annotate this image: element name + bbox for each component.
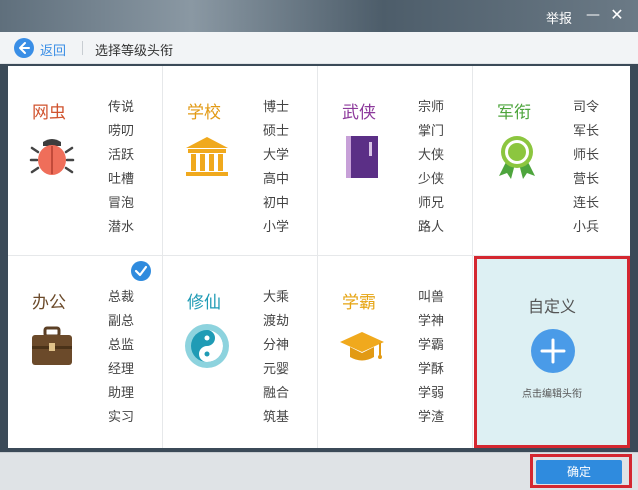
title-option: 融合 xyxy=(263,386,290,401)
report-link[interactable]: 举报 xyxy=(546,8,572,27)
title-option: 潜水 xyxy=(108,220,135,235)
header-bar: 返回 选择等级头衔 xyxy=(0,32,638,64)
title-option: 硕士 xyxy=(263,124,290,139)
title-option: 实习 xyxy=(108,410,135,425)
title-option: 总裁 xyxy=(108,290,135,305)
header-divider xyxy=(82,41,83,55)
close-button[interactable]: ✕ xyxy=(608,6,626,24)
title-option: 初中 xyxy=(263,196,290,211)
title-option: 渡劫 xyxy=(263,314,290,329)
title-option: 叫兽 xyxy=(418,290,445,305)
title-option: 师长 xyxy=(573,148,600,163)
title-list: 博士 硕士 大学 高中 初中 小学 xyxy=(263,99,289,243)
title-option: 大乘 xyxy=(263,290,290,305)
back-arrow-icon[interactable] xyxy=(14,38,34,58)
title-option: 学渣 xyxy=(418,410,445,425)
back-link[interactable]: 返回 xyxy=(40,40,66,59)
title-list: 传说 唠叨 活跃 吐槽 冒泡 潜水 xyxy=(108,99,134,243)
custom-title-hint: 点击编辑头衔 xyxy=(522,389,582,400)
title-option: 副总 xyxy=(108,314,135,329)
graduation-cap-icon xyxy=(338,322,386,370)
title-option: 传说 xyxy=(108,100,135,115)
title-option: 助理 xyxy=(108,386,135,401)
title-list: 叫兽 学神 学霸 学酥 学弱 学渣 xyxy=(418,289,444,433)
title-option: 学弱 xyxy=(418,386,445,401)
category-name: 学校 xyxy=(187,103,221,123)
title-option: 大侠 xyxy=(418,148,445,163)
title-option: 经理 xyxy=(108,362,135,377)
selected-check-icon xyxy=(131,261,151,281)
medal-icon xyxy=(493,132,541,180)
title-option: 小学 xyxy=(263,220,290,235)
title-category-grid: 网虫 传说 唠叨 活跃 吐槽 冒泡 潜水 学校 博士 硕士 大学 高中 初中 小… xyxy=(8,66,630,448)
minimize-button[interactable]: — xyxy=(584,6,602,24)
category-card-junxian[interactable]: 军衔 司令 军长 师长 营长 连长 小兵 xyxy=(473,66,630,256)
title-option: 路人 xyxy=(418,220,445,235)
title-option: 司令 xyxy=(573,100,600,115)
category-name: 网虫 xyxy=(32,103,66,123)
title-option: 唠叨 xyxy=(108,124,135,139)
title-list: 大乘 渡劫 分神 元婴 融合 筑基 xyxy=(263,289,289,433)
category-name: 武侠 xyxy=(342,103,376,123)
school-building-icon xyxy=(183,132,231,180)
window-titlebar: 举报 — ✕ xyxy=(0,0,638,32)
title-option: 连长 xyxy=(573,196,600,211)
confirm-button[interactable]: 确定 xyxy=(536,460,622,484)
title-option: 营长 xyxy=(573,172,600,187)
title-list: 总裁 副总 总监 经理 助理 实习 xyxy=(108,289,134,433)
category-card-wangchong[interactable]: 网虫 传说 唠叨 活跃 吐槽 冒泡 潜水 xyxy=(8,66,163,256)
title-option: 筑基 xyxy=(263,410,290,425)
category-name: 军衔 xyxy=(497,103,531,123)
custom-title-card[interactable]: 自定义 点击编辑头衔 xyxy=(474,256,630,448)
title-option: 活跃 xyxy=(108,148,135,163)
title-option: 师兄 xyxy=(418,196,445,211)
title-option: 学酥 xyxy=(418,362,445,377)
bug-icon xyxy=(28,132,76,180)
yin-yang-icon xyxy=(183,322,231,370)
title-list: 宗师 掌门 大侠 少侠 师兄 路人 xyxy=(418,99,444,243)
title-option: 高中 xyxy=(263,172,290,187)
title-option: 学神 xyxy=(418,314,445,329)
category-card-wuxia[interactable]: 武侠 宗师 掌门 大侠 少侠 师兄 路人 xyxy=(318,66,473,256)
briefcase-icon xyxy=(28,322,76,370)
title-option: 小兵 xyxy=(573,220,600,235)
martial-book-icon xyxy=(338,132,386,180)
title-option: 分神 xyxy=(263,338,290,353)
title-option: 宗师 xyxy=(418,100,445,115)
title-option: 军长 xyxy=(573,124,600,139)
title-option: 学霸 xyxy=(418,338,445,353)
title-option: 总监 xyxy=(108,338,135,353)
title-option: 大学 xyxy=(263,148,290,163)
title-option: 吐槽 xyxy=(108,172,135,187)
add-plus-icon[interactable] xyxy=(531,329,575,373)
category-card-xiuxian[interactable]: 修仙 大乘 渡劫 分神 元婴 融合 筑基 xyxy=(163,256,318,448)
title-option: 博士 xyxy=(263,100,290,115)
category-name: 办公 xyxy=(32,293,66,313)
title-option: 掌门 xyxy=(418,124,445,139)
category-name: 学霸 xyxy=(342,293,376,313)
page-title: 选择等级头衔 xyxy=(95,44,174,59)
title-option: 元婴 xyxy=(263,362,290,377)
category-card-xuexiao[interactable]: 学校 博士 硕士 大学 高中 初中 小学 xyxy=(163,66,318,256)
title-list: 司令 军长 师长 营长 连长 小兵 xyxy=(573,99,599,243)
category-card-xueba[interactable]: 学霸 叫兽 学神 学霸 学酥 学弱 学渣 xyxy=(318,256,473,448)
category-card-bangong[interactable]: 办公 总裁 副总 总监 经理 助理 实习 xyxy=(8,256,163,448)
title-option: 冒泡 xyxy=(108,196,135,211)
title-option: 少侠 xyxy=(418,172,445,187)
custom-title-heading: 自定义 xyxy=(527,297,576,316)
category-name: 修仙 xyxy=(187,293,221,313)
